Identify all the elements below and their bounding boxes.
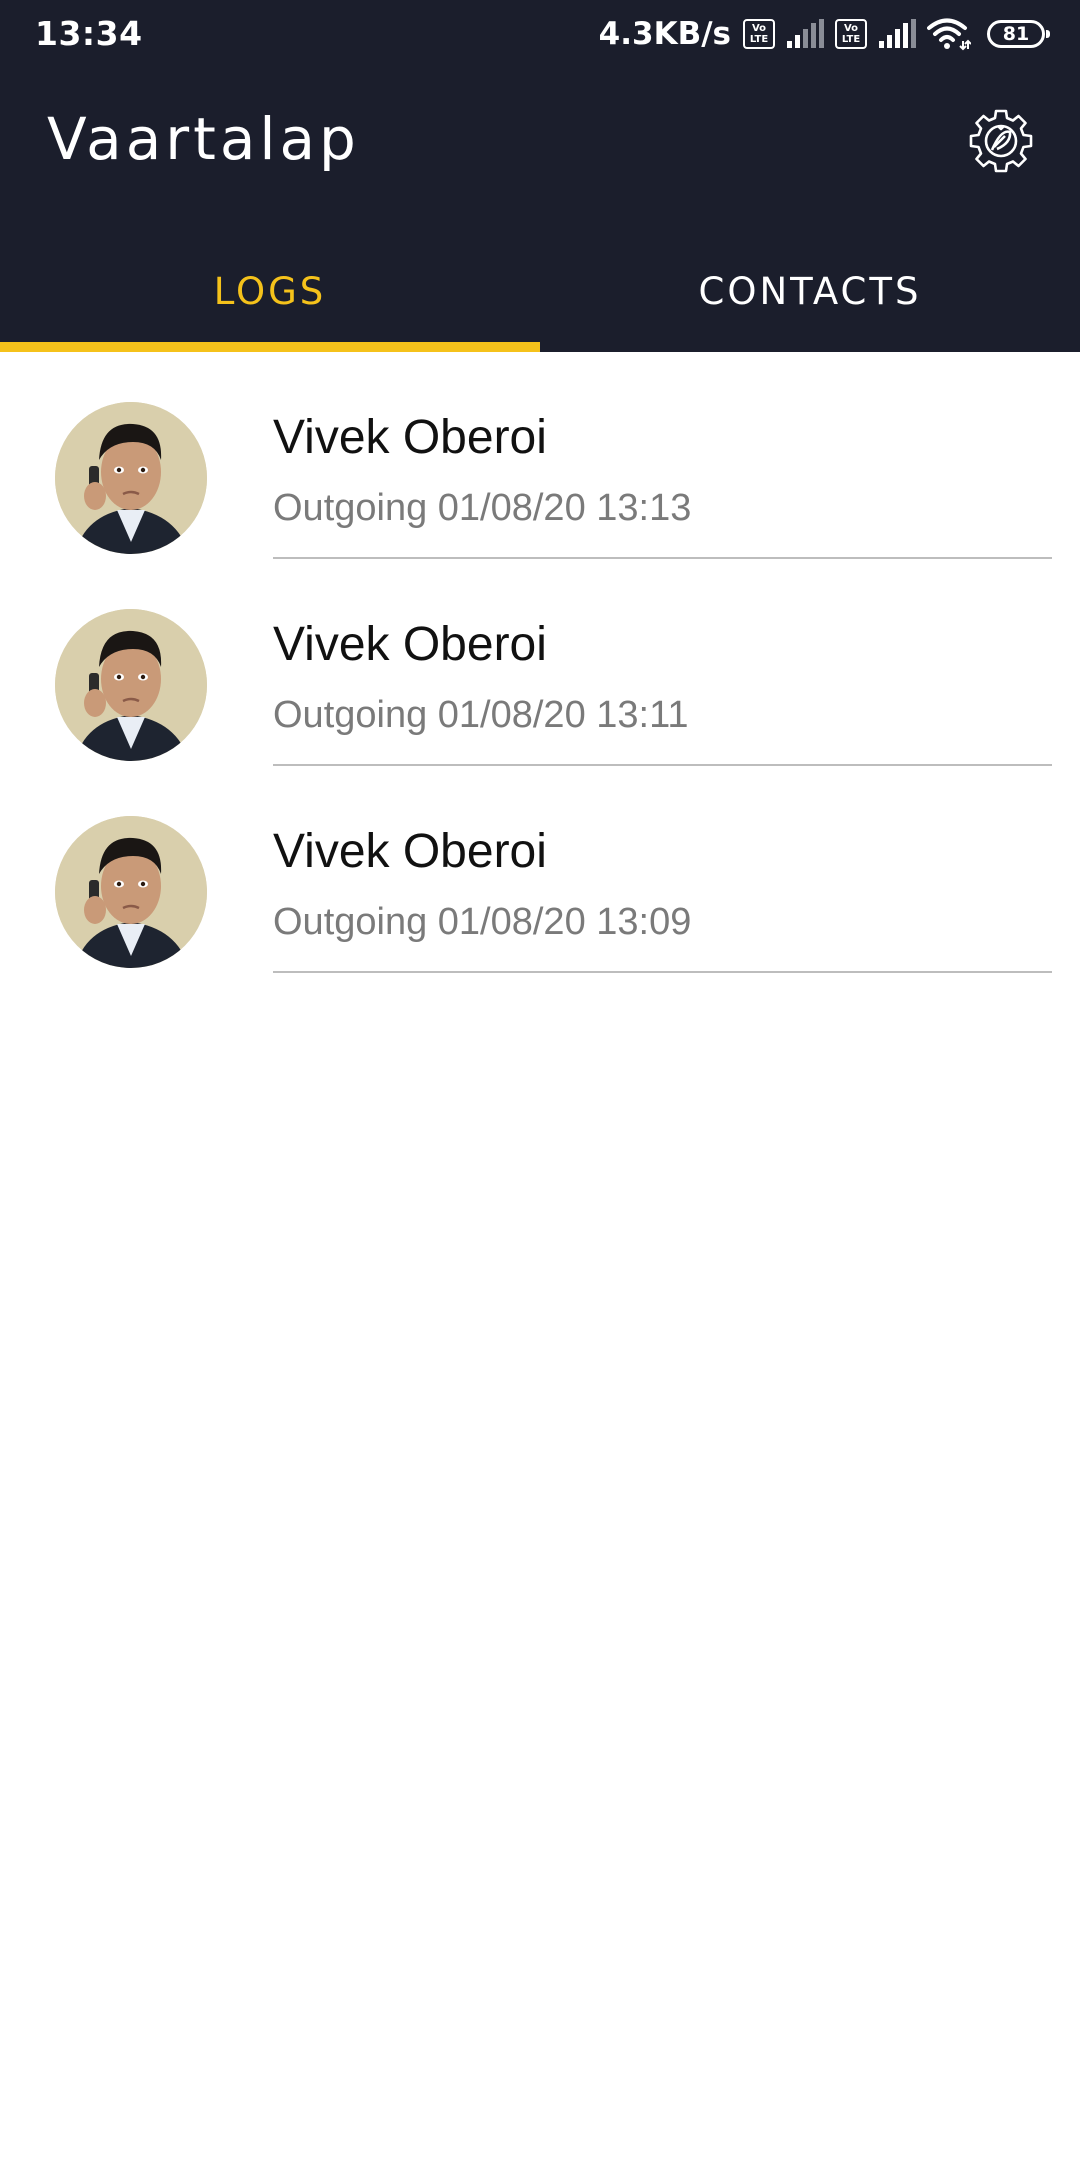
signal-strength-icon [785, 19, 825, 49]
call-detail: Outgoing 01/08/20 13:11 [273, 694, 689, 736]
active-tab-indicator [0, 342, 540, 352]
contact-name: Vivek Oberoi [273, 411, 547, 464]
volte-icon: Vo LTE [743, 19, 775, 49]
call-log-item[interactable]: Vivek Oberoi Outgoing 01/08/20 13:09 [0, 766, 1080, 973]
volte-label-top: Vo [843, 23, 859, 34]
call-log-list: Vivek Oberoi Outgoing 01/08/20 13:13 Viv… [0, 352, 1080, 973]
contact-avatar [55, 816, 207, 968]
call-log-item[interactable]: Vivek Oberoi Outgoing 01/08/20 13:11 [0, 559, 1080, 766]
battery-level: 81 [1002, 23, 1030, 45]
signal-strength-icon [877, 19, 917, 49]
volte-label-bottom: LTE [841, 34, 861, 45]
status-bar: 13:34 4.3KB/s Vo LTE Vo LTE 81 [0, 0, 1080, 68]
call-detail: Outgoing 01/08/20 13:09 [273, 901, 692, 943]
tab-contacts[interactable]: CONTACTS [540, 240, 1080, 352]
status-time: 13:34 [35, 14, 143, 53]
call-log-item[interactable]: Vivek Oberoi Outgoing 01/08/20 13:13 [0, 352, 1080, 559]
app-title: Vaartalap [47, 105, 360, 173]
battery-cap [1046, 30, 1050, 38]
status-icons: 4.3KB/s Vo LTE Vo LTE 81 [598, 12, 1050, 56]
contact-name: Vivek Oberoi [273, 825, 547, 878]
settings-gear-icon [967, 107, 1035, 179]
wifi-icon [927, 17, 971, 51]
network-speed: 4.3KB/s [598, 16, 731, 52]
app-screen: 13:34 4.3KB/s Vo LTE Vo LTE 81 Vaartalap… [0, 0, 1080, 2160]
list-divider [273, 971, 1052, 973]
volte-label-bottom: LTE [749, 34, 769, 45]
tab-contacts-label: CONTACTS [698, 269, 922, 313]
app-header: 13:34 4.3KB/s Vo LTE Vo LTE 81 Vaartalap… [0, 0, 1080, 352]
tab-bar: LOGS CONTACTS [0, 240, 1080, 352]
contact-name: Vivek Oberoi [273, 618, 547, 671]
settings-button[interactable] [965, 107, 1037, 179]
contact-avatar [55, 609, 207, 761]
tab-logs-label: LOGS [213, 269, 327, 313]
battery-icon: 81 [987, 20, 1050, 48]
call-detail: Outgoing 01/08/20 13:13 [273, 487, 692, 529]
volte-icon: Vo LTE [835, 19, 867, 49]
volte-label-top: Vo [751, 23, 767, 34]
contact-avatar [55, 402, 207, 554]
tab-logs[interactable]: LOGS [0, 240, 540, 352]
